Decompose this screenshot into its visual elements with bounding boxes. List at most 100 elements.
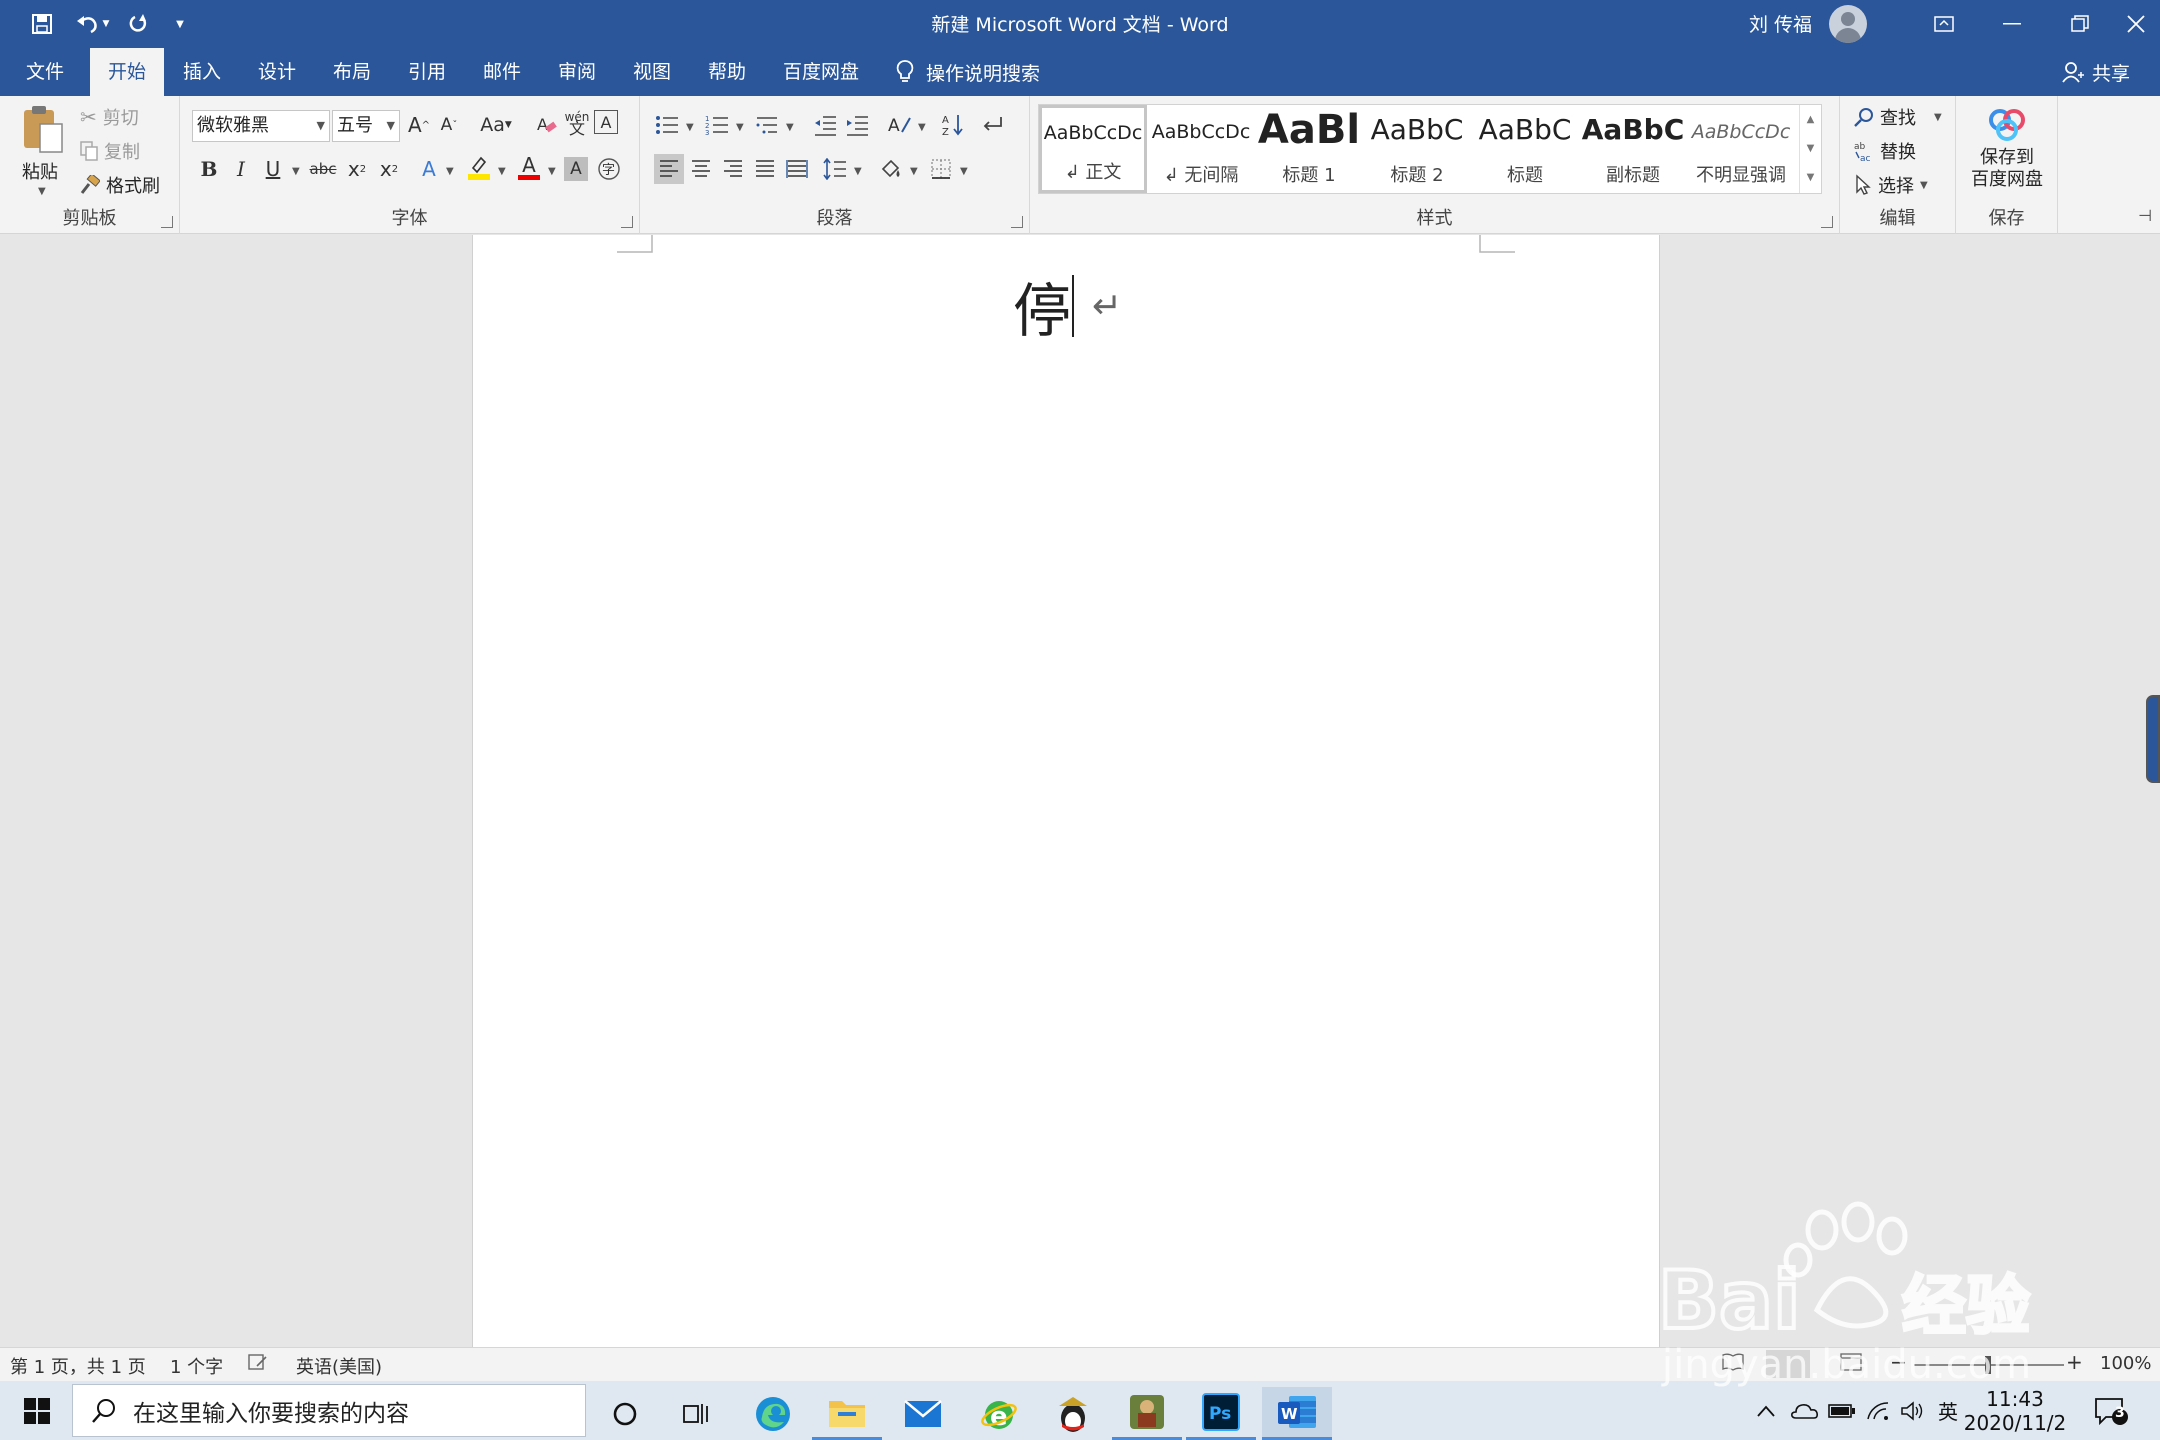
print-layout-icon[interactable] [1766,1350,1810,1378]
cortana-icon[interactable] [590,1387,660,1440]
minimize-icon[interactable] [1978,0,2046,48]
style-normal[interactable]: AaBbCcDc ↲ 正文 [1039,105,1147,193]
line-spacing-icon[interactable] [820,154,850,184]
increase-indent-icon[interactable] [842,110,872,140]
underline-icon[interactable]: U [258,154,288,184]
edge-browser-icon[interactable] [738,1387,808,1440]
game-app-icon[interactable] [1112,1387,1182,1440]
phonetic-guide-button[interactable]: wén 文 [562,108,592,138]
windows-start-icon[interactable] [2,1384,72,1437]
multilevel-list-icon[interactable] [752,110,782,140]
avatar[interactable] [1829,5,1867,43]
justify-icon[interactable] [750,154,780,184]
paragraph-launcher-icon[interactable] [1011,216,1023,228]
character-border-icon[interactable]: A [594,110,618,134]
undo-icon[interactable]: ▼ [70,8,114,40]
format-painter-button[interactable]: 格式刷 [80,172,160,198]
change-case-button[interactable]: Aa ▼ [474,110,518,140]
volume-icon[interactable] [1900,1381,1924,1440]
align-left-icon[interactable] [654,154,684,184]
align-right-icon[interactable] [718,154,748,184]
style-subtitle[interactable]: AaBbC 副标题 [1579,105,1687,193]
customize-toolbar-icon[interactable]: ▼ [170,8,190,40]
strikethrough-icon[interactable]: abc [308,154,338,184]
taskbar-search-box[interactable]: 在这里输入你要搜索的内容 [72,1384,586,1437]
find-button[interactable]: 查找 ▼ [1854,104,1942,130]
font-launcher-icon[interactable] [621,216,633,228]
grow-font-icon[interactable]: A ^ [404,110,434,140]
font-size-select[interactable]: 五号 ▼ [332,110,400,142]
battery-icon[interactable] [1828,1381,1856,1440]
align-center-icon[interactable] [686,154,716,184]
ie-browser-icon[interactable]: e [964,1387,1034,1440]
tab-design[interactable]: 设计 [240,48,314,96]
style-subtle-emphasis[interactable]: AaBbCcDc 不明显强调 [1687,105,1795,193]
paste-button[interactable]: 粘贴 ▼ [18,104,70,214]
tab-insert[interactable]: 插入 [165,48,239,96]
close-icon[interactable] [2102,0,2160,48]
scroll-handle[interactable] [2146,695,2160,783]
enclose-characters-icon[interactable]: 字 [594,154,624,184]
font-name-select[interactable]: 微软雅黑 ▼ [192,110,330,142]
tab-help[interactable]: 帮助 [690,48,764,96]
web-layout-icon[interactable] [1840,1352,1862,1377]
decrease-indent-icon[interactable] [810,110,840,140]
notification-center-icon[interactable]: 3 [2094,1381,2128,1440]
proofing-icon[interactable] [248,1352,268,1377]
tab-file[interactable]: 文件 [8,48,82,96]
gallery-more-icon[interactable]: ▼ [1800,163,1821,192]
gallery-down-icon[interactable]: ▼ [1800,134,1821,163]
clipboard-launcher-icon[interactable] [161,216,173,228]
pin-ribbon-icon[interactable]: ⊣ [2138,206,2152,225]
photoshop-icon[interactable]: Ps [1186,1387,1256,1440]
tab-view[interactable]: 视图 [615,48,689,96]
subscript-icon[interactable]: x2 [342,154,372,184]
document-page[interactable]: 停 ↵ [472,235,1660,1347]
word-count[interactable]: 1 个字 [170,1353,223,1379]
onedrive-icon[interactable] [1790,1381,1818,1440]
tab-baidu-netdisk[interactable]: 百度网盘 [765,48,877,96]
replace-button[interactable]: ab ac 替换 [1854,138,1916,164]
clock[interactable]: 11:43 2020/11/2 [1964,1381,2067,1440]
tab-references[interactable]: 引用 [390,48,464,96]
gallery-up-icon[interactable]: ▲ [1800,105,1821,134]
copy-button[interactable]: 复制 [80,138,140,164]
tab-home[interactable]: 开始 [90,48,165,96]
tell-me-search[interactable]: 操作说明搜索 [896,48,1040,96]
tab-mailings[interactable]: 邮件 [465,48,539,96]
style-title[interactable]: AaBbC 标题 [1471,105,1579,193]
style-no-spacing[interactable]: AaBbCcDc ↲ 无间隔 [1147,105,1255,193]
file-explorer-icon[interactable] [812,1387,882,1440]
italic-icon[interactable]: I [226,154,256,184]
tab-review[interactable]: 审阅 [540,48,614,96]
styles-launcher-icon[interactable] [1821,216,1833,228]
show-formatting-icon[interactable] [978,110,1008,140]
bold-icon[interactable]: B [194,154,224,184]
user-name[interactable]: 刘 传福 [1749,10,1812,37]
zoom-out-icon[interactable]: − [1890,1350,1907,1374]
save-icon[interactable] [26,8,58,40]
borders-icon[interactable] [926,154,956,184]
style-heading-2[interactable]: AaBbC 标题 2 [1363,105,1471,193]
document-body[interactable]: 停 ↵ [1013,264,1122,348]
text-effects-icon[interactable]: A [414,154,444,184]
superscript-icon[interactable]: x2 [374,154,404,184]
style-heading-1[interactable]: AaBl 标题 1 [1255,105,1363,193]
shading-icon[interactable] [876,154,906,184]
language-indicator[interactable]: 英语(美国) [296,1353,382,1379]
select-button[interactable]: 选择 ▼ [1854,172,1928,198]
zoom-level[interactable]: 100% [2100,1353,2151,1374]
cut-button[interactable]: ✂ 剪切 [80,104,139,130]
mail-icon[interactable] [888,1387,958,1440]
sort-icon[interactable]: AZ [938,110,968,140]
tray-overflow-icon[interactable] [1756,1381,1776,1440]
qq-icon[interactable] [1038,1387,1108,1440]
task-view-icon[interactable] [662,1387,732,1440]
bullets-icon[interactable] [652,110,682,140]
numbering-icon[interactable]: 123 [702,110,732,140]
tab-layout[interactable]: 布局 [315,48,389,96]
share-button[interactable]: 共享 [2062,48,2130,96]
read-mode-icon[interactable] [1722,1352,1744,1377]
word-app-icon[interactable]: W [1262,1387,1332,1440]
zoom-slider-thumb[interactable] [1985,1356,1991,1374]
